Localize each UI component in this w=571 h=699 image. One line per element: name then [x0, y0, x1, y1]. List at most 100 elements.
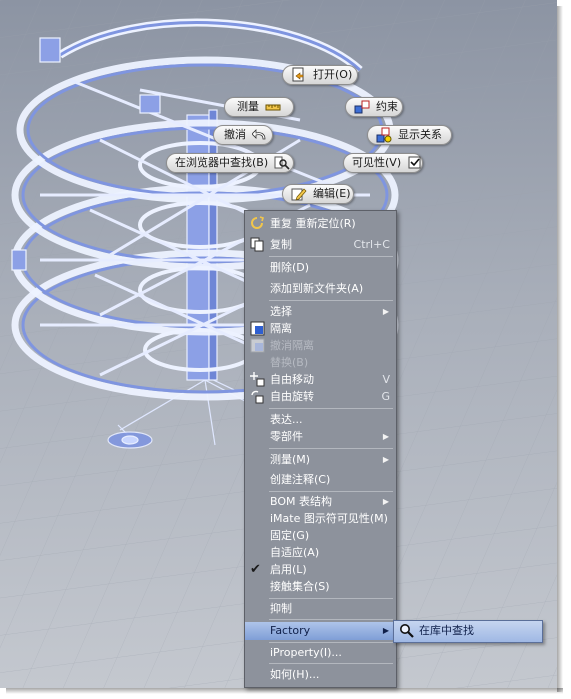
menu-label-isolate: 隔离	[270, 322, 292, 335]
visibility-checkbox-icon	[407, 155, 423, 171]
menu-separator	[269, 448, 393, 449]
menu-item-iproperty[interactable]: iProperty(I)...	[245, 644, 396, 661]
menu-shortcut-free-rotate: G	[381, 390, 390, 403]
menu-item-adaptive[interactable]: 自适应(A)	[245, 544, 396, 561]
menu-separator	[269, 619, 393, 620]
checkmark-icon: ✔	[250, 562, 261, 577]
menu-label-select: 选择	[270, 305, 292, 318]
menu-label-component: 零部件	[270, 430, 303, 443]
factory-submenu: 在库中查找	[393, 620, 543, 643]
show-relations-icon	[376, 127, 392, 143]
marking-constraint-label: 约束	[376, 100, 398, 113]
magnifier-icon	[399, 623, 414, 638]
marking-edit-label: 编辑(E)	[313, 187, 351, 200]
menu-item-delete[interactable]: 删除(D)	[245, 259, 396, 276]
menu-label-undo-isolate: 撤消隔离	[270, 339, 314, 352]
menu-label-how-to: 如何(H)...	[270, 668, 320, 681]
menu-item-select[interactable]: 选择 ▶	[245, 303, 396, 320]
menu-label-adaptive: 自适应(A)	[270, 546, 320, 559]
marking-measure-button[interactable]: 测量	[224, 97, 294, 117]
menu-item-grounded[interactable]: 固定(G)	[245, 527, 396, 544]
menu-separator	[269, 598, 393, 599]
menu-item-bom-structure[interactable]: BOM 表结构 ▶	[245, 493, 396, 510]
marking-show-relations-button[interactable]: 显示关系	[367, 125, 452, 145]
menu-item-enabled[interactable]: ✔ 启用(L)	[245, 561, 396, 578]
menu-item-imate-visibility[interactable]: iMate 图示符可见性(M)	[245, 510, 396, 527]
menu-item-undo-isolate[interactable]: 撤消隔离	[245, 337, 396, 354]
menu-item-replace[interactable]: 替换(B)	[245, 354, 396, 371]
marking-find-in-browser-button[interactable]: 在浏览器中查找(B)	[166, 153, 294, 173]
submenu-arrow-icon: ▶	[382, 497, 389, 506]
menu-shortcut-copy: Ctrl+C	[353, 238, 390, 251]
submenu-arrow-icon: ▶	[382, 455, 389, 464]
menu-label-factory: Factory	[270, 624, 311, 637]
copy-icon	[250, 237, 265, 252]
menu-label-add-to-new-folder: 添加到新文件夹(A)	[270, 282, 364, 295]
menu-label-contact-set: 接触集合(S)	[270, 580, 330, 593]
marking-measure-label: 测量	[237, 100, 259, 113]
menu-item-component[interactable]: 零部件 ▶	[245, 428, 396, 445]
window-shadow-bottom	[6, 688, 563, 694]
menu-separator	[269, 642, 393, 643]
menu-label-suppress: 抑制	[270, 602, 292, 615]
marking-undo-button[interactable]: 撤消	[213, 125, 273, 145]
menu-label-copy: 复制	[270, 238, 292, 251]
context-menu: 重复 重新定位(R) 复制 Ctrl+C 删除(D) 添加到新文件夹(A) 选择…	[244, 210, 397, 688]
repeat-icon	[250, 216, 265, 231]
menu-label-repeat-reposition: 重复 重新定位(R)	[270, 217, 356, 230]
menu-item-add-to-new-folder[interactable]: 添加到新文件夹(A)	[245, 280, 396, 297]
submenu-arrow-icon: ▶	[382, 307, 389, 316]
menu-item-measure[interactable]: 测量(M) ▶	[245, 451, 396, 468]
menu-separator	[269, 408, 393, 409]
free-move-icon	[250, 372, 265, 387]
menu-label-delete: 删除(D)	[270, 261, 310, 274]
marking-open-label: 打开(O)	[313, 68, 353, 81]
menu-label-imate-visibility: iMate 图示符可见性(M)	[270, 512, 388, 525]
marking-constraint-button[interactable]: 约束	[345, 97, 403, 117]
open-document-icon	[291, 67, 307, 83]
menu-separator	[269, 300, 393, 301]
menu-label-free-move: 自由移动	[270, 373, 314, 386]
menu-separator	[269, 256, 393, 257]
submenu-arrow-icon: ▶	[382, 626, 389, 635]
menu-item-repeat-reposition[interactable]: 重复 重新定位(R)	[245, 215, 396, 232]
menu-label-create-note: 创建注释(C)	[270, 473, 331, 486]
find-in-browser-icon	[274, 155, 290, 171]
menu-label-replace: 替换(B)	[270, 356, 309, 369]
undo-isolate-icon	[250, 338, 265, 353]
menu-label-bom-structure: BOM 表结构	[270, 495, 332, 508]
constraint-icon	[354, 99, 370, 115]
marking-edit-button[interactable]: 编辑(E)	[282, 184, 354, 204]
edit-pencil-icon	[291, 186, 307, 202]
submenu-label-find-in-library: 在库中查找	[419, 624, 474, 637]
marking-open-button[interactable]: 打开(O)	[282, 65, 358, 85]
menu-item-free-move[interactable]: 自由移动 V	[245, 371, 396, 388]
ruler-icon	[265, 99, 281, 115]
marking-find-in-browser-label: 在浏览器中查找(B)	[175, 156, 269, 169]
menu-label-grounded: 固定(G)	[270, 529, 310, 542]
marking-visibility-button[interactable]: 可见性(V)	[343, 153, 423, 173]
undo-arrow-icon	[251, 127, 268, 143]
menu-item-isolate[interactable]: 隔离	[245, 320, 396, 337]
menu-separator	[269, 491, 393, 492]
submenu-item-find-in-library[interactable]: 在库中查找	[394, 622, 542, 641]
menu-separator	[269, 663, 393, 664]
menu-item-create-note[interactable]: 创建注释(C)	[245, 471, 396, 488]
menu-item-factory[interactable]: Factory ▶	[245, 622, 396, 640]
menu-item-representation[interactable]: 表达...	[245, 411, 396, 428]
menu-item-suppress[interactable]: 抑制	[245, 600, 396, 617]
menu-item-copy[interactable]: 复制 Ctrl+C	[245, 236, 396, 253]
menu-label-representation: 表达...	[270, 413, 303, 426]
menu-label-free-rotate: 自由旋转	[270, 390, 314, 403]
menu-label-iproperty: iProperty(I)...	[270, 646, 342, 659]
submenu-arrow-icon: ▶	[382, 432, 389, 441]
menu-item-contact-set[interactable]: 接触集合(S)	[245, 578, 396, 595]
free-rotate-icon	[250, 389, 265, 404]
menu-item-how-to[interactable]: 如何(H)...	[245, 666, 396, 683]
marking-show-relations-label: 显示关系	[398, 128, 442, 141]
marking-visibility-label: 可见性(V)	[352, 156, 402, 169]
marking-undo-label: 撤消	[224, 128, 246, 141]
window-shadow-right	[557, 6, 563, 692]
menu-item-free-rotate[interactable]: 自由旋转 G	[245, 388, 396, 405]
menu-label-enabled: 启用(L)	[270, 563, 307, 576]
